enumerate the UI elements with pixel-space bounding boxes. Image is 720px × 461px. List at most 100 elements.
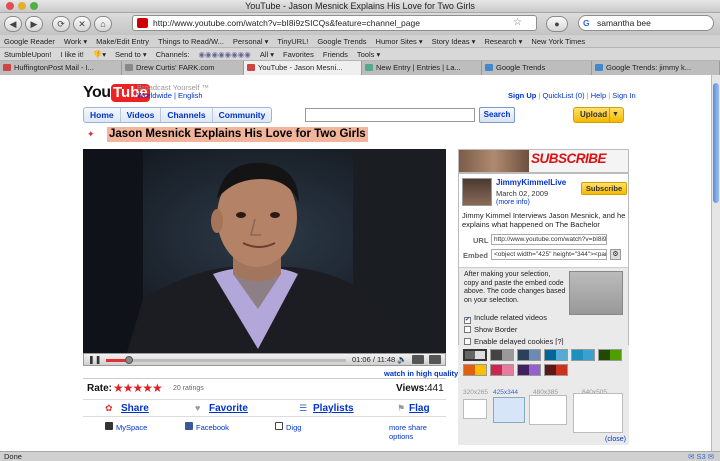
sign-in-link[interactable]: Sign In	[612, 91, 635, 100]
minimize-window-icon[interactable]	[18, 2, 26, 10]
tab-google-trends-jimmy[interactable]: Google Trends: jimmy k...	[592, 61, 720, 75]
nav-channels[interactable]: Channels	[161, 108, 213, 122]
size-option-640[interactable]	[573, 393, 623, 433]
bookmark-item[interactable]: Story Ideas ▾	[432, 37, 476, 46]
close-link[interactable]: (close)	[605, 436, 626, 443]
fullscreen-icon[interactable]	[429, 355, 441, 364]
show-border-checkbox[interactable]: Show Border	[464, 325, 517, 334]
scrollbar-thumb[interactable]	[713, 83, 719, 203]
swatch-blue[interactable]	[544, 349, 568, 361]
bookmark-item[interactable]: Humor Sites ▾	[376, 37, 423, 46]
nav-community[interactable]: Community	[213, 108, 272, 122]
navigation-toolbar: ◀ ▶ ⟳ ✕ ⌂ http://www.youtube.com/watch?v…	[0, 13, 720, 35]
tab-youtube[interactable]: YouTube - Jason Mesni...	[244, 61, 362, 75]
youtube-search-input[interactable]	[305, 108, 475, 122]
playlists-button[interactable]: Playlists	[313, 403, 354, 414]
language-selector[interactable]: Worldwide | English	[137, 91, 203, 100]
zoom-window-icon[interactable]	[30, 2, 38, 10]
bookmark-star-icon[interactable]: ☆	[513, 16, 522, 30]
channel-name-link[interactable]: JimmyKimmelLive	[496, 178, 566, 187]
share-button[interactable]: Share	[121, 403, 149, 414]
reload-button[interactable]: ⟳	[52, 16, 70, 32]
swatch-purple[interactable]	[517, 364, 541, 376]
tab-fark[interactable]: Drew Curtis' FARK.com	[122, 61, 244, 75]
size-option-425[interactable]	[493, 397, 525, 423]
tab-new-entry[interactable]: New Entry | Entries | La...	[362, 61, 482, 75]
web-page: You Tube Broadcast Yourself ™ Worldwide …	[0, 75, 711, 451]
subscribe-button[interactable]: Subscribe	[581, 182, 627, 195]
friends-button[interactable]: Friends	[323, 50, 348, 59]
size-option-480[interactable]	[529, 395, 567, 425]
nav-videos[interactable]: Videos	[121, 108, 162, 122]
digg-link[interactable]: Digg	[286, 423, 301, 432]
window-controls[interactable]	[6, 2, 38, 10]
tab-google-trends[interactable]: Google Trends	[482, 61, 592, 75]
swatch-gray[interactable]	[463, 349, 487, 361]
embed-field[interactable]: <object width="425" height="344"><param …	[491, 249, 607, 260]
back-button[interactable]: ◀	[4, 16, 22, 32]
channel-avatar[interactable]	[462, 178, 492, 206]
close-window-icon[interactable]	[6, 2, 14, 10]
bookmark-item[interactable]: Personal ▾	[233, 37, 268, 46]
stop-button[interactable]: ✕	[73, 16, 91, 32]
search-input[interactable]: G samantha bee	[578, 15, 714, 31]
swatch-navy[interactable]	[517, 349, 541, 361]
url-bar[interactable]: http://www.youtube.com/watch?v=bI8i9zSIC…	[132, 15, 537, 31]
quicklist-link[interactable]: QuickList (0)	[542, 91, 584, 100]
sign-up-link[interactable]: Sign Up	[508, 91, 536, 100]
video-player[interactable]	[83, 149, 446, 366]
swatch-red[interactable]	[544, 364, 568, 376]
more-info-link[interactable]: (more info)	[496, 199, 530, 206]
tools-dropdown[interactable]: Tools ▾	[357, 50, 380, 59]
more-share-options-link[interactable]: more share options	[389, 423, 446, 441]
chevron-down-icon[interactable]: ▼	[609, 108, 621, 122]
popout-icon[interactable]	[412, 355, 424, 364]
url-field[interactable]: http://www.youtube.com/watch?v=bI8i9zSIC…	[491, 234, 607, 245]
vertical-scrollbar[interactable]	[711, 75, 720, 451]
subscribe-banner[interactable]: SUBSCRIBE	[458, 149, 629, 173]
nav-home[interactable]: Home	[84, 108, 121, 122]
facebook-link[interactable]: Facebook	[196, 423, 229, 432]
all-dropdown[interactable]: All ▾	[260, 50, 274, 59]
myspace-link[interactable]: MySpace	[116, 423, 147, 432]
include-related-checkbox[interactable]: ✔ Include related videos	[464, 313, 547, 324]
bookmark-item[interactable]: Google Reader	[4, 37, 55, 46]
send-to-button[interactable]: Send to ▾	[115, 50, 147, 59]
swatch-green[interactable]	[598, 349, 622, 361]
thumbs-down-icon[interactable]: 👎▾	[93, 50, 106, 59]
favorites-button[interactable]: Favorites	[283, 50, 314, 59]
bookmark-item[interactable]: Make/Edit Entry	[96, 37, 149, 46]
bookmark-item[interactable]: New York Times	[531, 37, 585, 46]
swatch-teal[interactable]	[571, 349, 595, 361]
bookmark-item[interactable]: TinyURL!	[277, 37, 308, 46]
tab-huffingtonpost[interactable]: HuffingtonPost Mail - I...	[0, 61, 122, 75]
like-button[interactable]: I like it!	[61, 50, 84, 59]
addon-button[interactable]: ●	[546, 16, 568, 32]
youtube-search-button[interactable]: Search	[479, 107, 515, 123]
flag-button[interactable]: Flag	[409, 403, 430, 414]
youtube-logo[interactable]: You Tube	[83, 82, 150, 104]
seek-bar[interactable]	[106, 356, 346, 364]
bookmark-item[interactable]: Research ▾	[484, 37, 522, 46]
favorite-button[interactable]: Favorite	[209, 403, 248, 414]
forward-button[interactable]: ▶	[25, 16, 43, 32]
help-link[interactable]: Help	[591, 91, 606, 100]
swatch-orange[interactable]	[463, 364, 487, 376]
stumble-button[interactable]: StumbleUpon!	[4, 50, 52, 59]
window-titlebar: YouTube - Jason Mesnick Explains His Lov…	[0, 0, 720, 13]
channel-icons[interactable]: ◉◉◉◉◉◉◉◉	[198, 50, 250, 59]
size-option-320[interactable]	[463, 399, 487, 419]
bookmark-item[interactable]: Things to Read/W...	[158, 37, 224, 46]
rating-stars[interactable]: ★★★★★	[113, 381, 163, 395]
swatch-dark-gray[interactable]	[490, 349, 514, 361]
home-button[interactable]: ⌂	[94, 16, 112, 32]
seek-handle[interactable]	[124, 356, 133, 364]
swatch-pink[interactable]	[490, 364, 514, 376]
bookmark-item[interactable]: Google Trends	[317, 37, 366, 46]
volume-icon[interactable]: 🔈	[397, 355, 407, 364]
embed-options-icon[interactable]: ⚙	[610, 249, 621, 260]
bookmark-item[interactable]: Work ▾	[64, 37, 87, 46]
high-quality-link[interactable]: watch in high quality	[384, 369, 458, 378]
pause-icon[interactable]: ❚❚	[88, 355, 101, 364]
upload-button[interactable]: Upload ▼	[573, 107, 624, 123]
